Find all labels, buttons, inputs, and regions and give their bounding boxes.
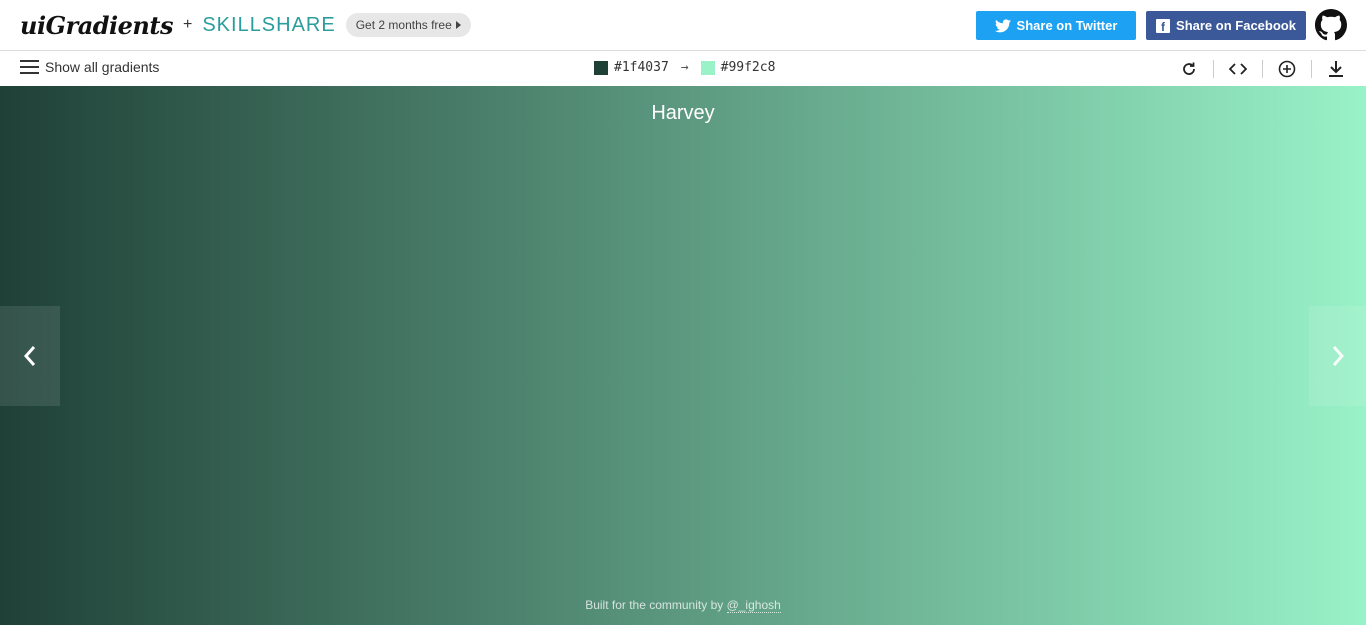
share-facebook-button[interactable]: f Share on Facebook [1146,11,1306,40]
promo-label: Get 2 months free [355,18,452,32]
footer-credit: Built for the community by @_ighosh [0,598,1366,613]
top-header: uiGradients + SKILLSHARE Get 2 months fr… [0,0,1366,50]
share-twitter-button[interactable]: Share on Twitter [976,11,1136,40]
github-icon[interactable] [1315,9,1347,41]
previous-gradient-button[interactable] [0,306,60,406]
next-gradient-button[interactable] [1309,306,1366,406]
plus-sign: + [182,16,193,33]
twitter-icon [994,18,1011,32]
gradient-name: Harvey [651,102,715,124]
toolbar: Show all gradients #1f4037 → #99f2c8 [0,50,1366,86]
arrow-icon: → [680,60,689,75]
share-facebook-label: Share on Facebook [1176,18,1296,33]
show-all-gradients-button[interactable]: Show all gradients [20,59,159,75]
add-icon[interactable] [1277,59,1297,79]
code-icon[interactable] [1228,59,1248,79]
partner-logo[interactable]: SKILLSHARE [202,14,335,37]
footer-text: Built for the community by [585,598,727,612]
divider [1262,60,1263,78]
download-icon[interactable] [1326,59,1346,79]
color-from-hex[interactable]: #1f4037 [614,60,669,75]
show-all-label: Show all gradients [45,59,160,75]
divider [1213,60,1214,78]
chevron-left-icon [23,346,36,366]
chevron-right-icon [1332,346,1344,366]
color-stops: #1f4037 → #99f2c8 [594,60,775,75]
color-from-swatch[interactable] [594,60,608,75]
toolbar-actions [1179,59,1346,79]
share-twitter-label: Share on Twitter [1016,18,1118,33]
facebook-icon: f [1156,18,1171,33]
menu-icon [20,60,39,74]
divider [1311,60,1312,78]
color-to-hex[interactable]: #99f2c8 [721,60,776,75]
site-logo[interactable]: uiGradients [20,11,173,40]
color-to-swatch[interactable] [700,60,715,75]
author-link[interactable]: @_ighosh [726,598,781,613]
rotate-icon[interactable] [1179,59,1199,79]
promo-button[interactable]: Get 2 months free [345,13,471,37]
caret-right-icon [455,21,461,29]
gradient-preview: Harvey Built for the community by @_igho… [0,86,1366,625]
